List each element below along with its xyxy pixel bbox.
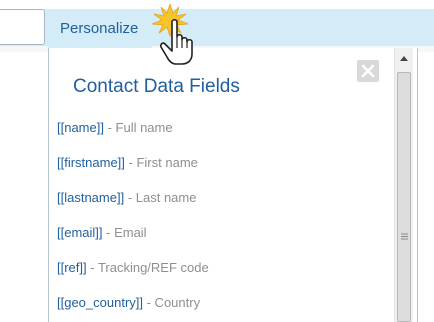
- list-item: [[lastname]] - Last name: [57, 190, 209, 225]
- field-desc: - Full name: [103, 120, 173, 135]
- field-token-lastname[interactable]: [[lastname]]: [57, 190, 124, 205]
- field-token-firstname[interactable]: [[firstname]]: [57, 155, 125, 170]
- page: Personalize Contact Data Fields [[name]]…: [0, 0, 434, 322]
- list-item: [[email]] - Email: [57, 225, 209, 260]
- click-sparkle: [152, 4, 189, 38]
- list-item: [[geo_country]] - Country: [57, 295, 209, 322]
- list-item: [[firstname]] - First name: [57, 155, 209, 190]
- hand-pointer-icon: [152, 4, 193, 65]
- scroll-up-button[interactable]: [395, 48, 413, 70]
- close-button[interactable]: [357, 60, 379, 82]
- editor-field[interactable]: [0, 9, 45, 45]
- field-token-name[interactable]: [[name]]: [57, 120, 104, 135]
- field-desc: - First name: [124, 155, 198, 170]
- contact-fields-dropdown: Contact Data Fields [[name]] - Full name…: [48, 48, 418, 322]
- field-desc: - Last name: [124, 190, 197, 205]
- field-desc: - Tracking/REF code: [86, 260, 209, 275]
- field-token-geo-country[interactable]: [[geo_country]]: [57, 295, 143, 310]
- toolbar: Personalize: [0, 0, 434, 52]
- field-list: [[name]] - Full name [[firstname]] - Fir…: [57, 120, 209, 322]
- field-desc: - Country: [143, 295, 201, 310]
- field-desc: - Email: [102, 225, 147, 240]
- scroll-grip-icon: [401, 233, 408, 240]
- personalize-label: Personalize: [60, 20, 139, 37]
- field-token-email[interactable]: [[email]]: [57, 225, 103, 240]
- list-item: [[name]] - Full name: [57, 120, 209, 155]
- scroll-thumb[interactable]: [397, 72, 411, 322]
- scroll-up-arrow-icon: [400, 56, 408, 61]
- list-item: [[ref]] - Tracking/REF code: [57, 260, 209, 295]
- close-icon: [361, 64, 375, 78]
- scrollbar[interactable]: [394, 48, 413, 322]
- field-token-ref[interactable]: [[ref]]: [57, 260, 87, 275]
- panel-title: Contact Data Fields: [73, 76, 240, 97]
